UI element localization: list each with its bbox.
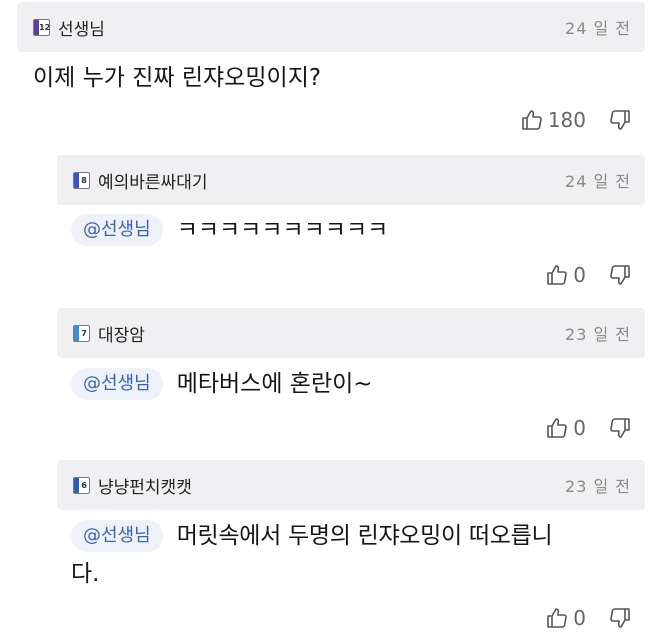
author-nickname[interactable]: 대장암: [98, 321, 145, 346]
reply-header: 7 대장암 23 일 전: [57, 308, 645, 358]
vote-bar: 180: [520, 108, 632, 132]
mention-tag[interactable]: @선생님: [71, 214, 163, 246]
reply-text: @선생님 메타버스에 혼란이~: [71, 366, 373, 402]
like-count: 0: [573, 606, 586, 630]
level-number: 7: [81, 328, 87, 338]
timestamp: 23 일 전: [565, 325, 631, 344]
reply-text: @선생님 머릿속에서 두명의 린쟈오밍이 떠오릅니 다.: [71, 518, 641, 592]
level-number: 8: [81, 175, 87, 185]
level-badge-icon: 8: [73, 171, 90, 189]
thumbs-down-icon[interactable]: [608, 263, 632, 287]
thumbs-up-icon[interactable]: [545, 263, 569, 287]
author-nickname[interactable]: 냥냥펀치캣캣: [98, 473, 192, 498]
like-count: 180: [547, 108, 586, 132]
thumbs-down-icon[interactable]: [608, 606, 632, 630]
comment-text-content: 이제 누가 진짜 린쟈오밍이지?: [33, 65, 322, 91]
mention-tag[interactable]: @선생님: [71, 368, 163, 400]
comment-text: 이제 누가 진짜 린쟈오밍이지?: [33, 60, 321, 96]
author-nickname[interactable]: 선생님: [58, 15, 105, 40]
thumbs-up-icon[interactable]: [545, 416, 569, 440]
thumbs-up-icon[interactable]: [545, 606, 569, 630]
mention-tag[interactable]: @선생님: [71, 520, 163, 552]
level-number: 6: [81, 480, 87, 490]
like-count: 0: [573, 263, 586, 287]
reply-text: @선생님 ㅋㅋㅋㅋㅋㅋㅋㅋㅋㅋ: [71, 212, 388, 248]
author-nickname[interactable]: 예의바른싸대기: [98, 168, 207, 193]
reply-text-content: 메타버스에 혼란이~: [176, 371, 373, 397]
reply-text-content: ㅋㅋㅋㅋㅋㅋㅋㅋㅋㅋ: [176, 217, 389, 243]
level-badge-icon: 6: [73, 476, 90, 494]
reply-header: 8 예의바른싸대기 24 일 전: [57, 155, 645, 205]
reply-header: 6 냥냥펀치캣캣 23 일 전: [57, 460, 645, 510]
thumbs-down-icon[interactable]: [608, 416, 632, 440]
level-badge-icon: 12: [33, 18, 51, 36]
comment-header: 12 선생님 24 일 전: [17, 2, 645, 52]
vote-bar: 0: [545, 263, 632, 287]
timestamp: 23 일 전: [565, 477, 631, 496]
like-count: 0: [573, 416, 586, 440]
vote-bar: 0: [545, 606, 632, 630]
level-badge-icon: 7: [73, 324, 90, 342]
reply-text-line-2: 다.: [71, 561, 100, 587]
timestamp: 24 일 전: [565, 172, 631, 191]
thumbs-up-icon[interactable]: [520, 108, 544, 132]
vote-bar: 0: [545, 416, 632, 440]
level-number: 12: [39, 22, 51, 32]
thumbs-down-icon[interactable]: [608, 108, 632, 132]
timestamp: 24 일 전: [565, 19, 631, 38]
reply-text-line-1: 머릿속에서 두명의 린쟈오밍이 떠오릅니: [176, 523, 553, 549]
